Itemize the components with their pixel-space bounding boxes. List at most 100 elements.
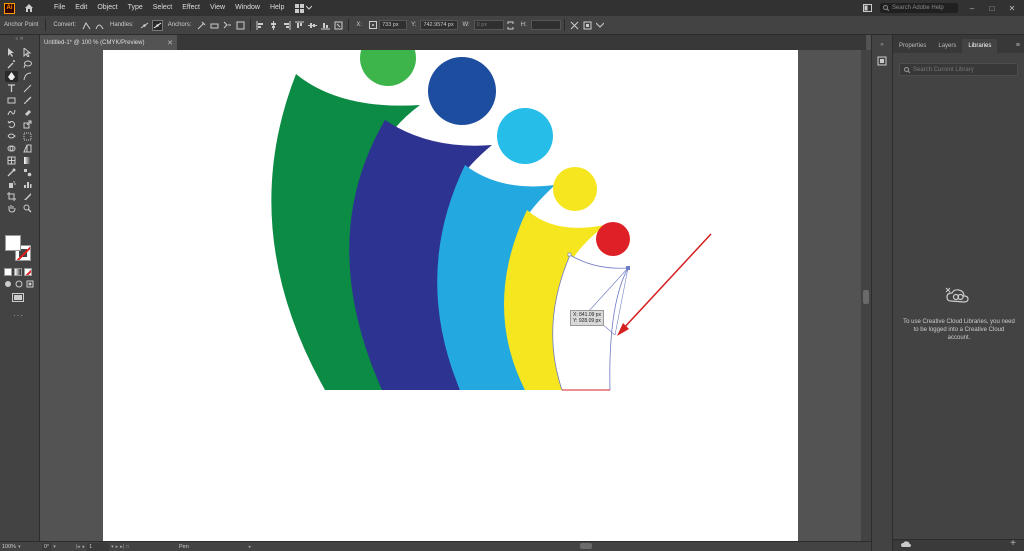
zoom-field[interactable]: 100% ▾	[0, 541, 40, 551]
light-blue-circle-shape[interactable]	[497, 108, 553, 164]
selection-tool-icon[interactable]	[5, 47, 18, 58]
hand-tool-icon[interactable]	[5, 203, 18, 214]
align-left-icon[interactable]	[255, 20, 266, 31]
last-artboard-icon[interactable]: ▸|	[120, 544, 124, 550]
vertical-scroll-thumb[interactable]	[863, 290, 869, 304]
eyedropper-tool-icon[interactable]	[5, 167, 18, 178]
mesh-tool-icon[interactable]	[5, 155, 18, 166]
anchor-point[interactable]	[567, 252, 572, 257]
next-artboard-icon[interactable]: ▸	[116, 544, 119, 550]
paintbrush-tool-icon[interactable]	[21, 95, 34, 106]
menu-effect[interactable]: Effect	[177, 0, 205, 16]
slice-tool-icon[interactable]	[21, 191, 34, 202]
vertical-scrollbar[interactable]	[861, 50, 871, 541]
lasso-tool-icon[interactable]	[21, 59, 34, 70]
reference-point-icon[interactable]	[367, 20, 378, 31]
artboard-number-field[interactable]: 1	[87, 542, 110, 551]
canvas-pasteboard[interactable]: X: 841.09 px Y: 928.09 px	[40, 50, 861, 541]
horizontal-scroll-thumb[interactable]	[580, 543, 592, 549]
minimize-button[interactable]: –	[966, 4, 978, 13]
menu-type[interactable]: Type	[123, 0, 148, 16]
arrange-documents-icon[interactable]	[863, 4, 872, 12]
red-circle-shape[interactable]	[596, 222, 630, 256]
menu-help[interactable]: Help	[265, 0, 289, 16]
remove-anchor-icon[interactable]	[196, 20, 207, 31]
type-tool-icon[interactable]	[5, 83, 18, 94]
align-center-icon[interactable]	[268, 20, 279, 31]
close-tab-icon[interactable]: ✕	[167, 39, 173, 47]
blue-circle-shape[interactable]	[428, 57, 496, 125]
collapse-panels-icon[interactable]: »	[876, 39, 888, 51]
tab-properties[interactable]: Properties	[893, 39, 932, 53]
isolate-icon[interactable]	[235, 20, 246, 31]
align-middle-icon[interactable]	[307, 20, 318, 31]
workspace-switcher[interactable]	[295, 3, 313, 13]
artboard-options-icon[interactable]: □	[126, 544, 129, 550]
menu-edit[interactable]: Edit	[70, 0, 92, 16]
symbol-sprayer-tool-icon[interactable]	[5, 179, 18, 190]
home-icon[interactable]	[23, 2, 35, 14]
first-artboard-icon[interactable]: |◂	[76, 544, 80, 550]
draw-normal-icon[interactable]	[4, 280, 12, 288]
menu-view[interactable]: View	[205, 0, 230, 16]
rotate-tool-icon[interactable]	[5, 119, 18, 130]
gradient-tool-icon[interactable]	[21, 155, 34, 166]
direct-selection-tool-icon[interactable]	[21, 47, 34, 58]
magic-wand-tool-icon[interactable]	[5, 59, 18, 70]
blend-tool-icon[interactable]	[21, 167, 34, 178]
convert-smooth-icon[interactable]	[94, 20, 105, 31]
cut-path-icon[interactable]	[222, 20, 233, 31]
gradient-mode-button[interactable]	[14, 268, 22, 276]
tab-layers[interactable]: Layers	[932, 39, 962, 53]
tools-panel-grip[interactable]: « ✕	[0, 35, 39, 43]
add-library-icon[interactable]: +	[1010, 538, 1016, 549]
shape-builder-tool-icon[interactable]	[5, 143, 18, 154]
menu-select[interactable]: Select	[148, 0, 177, 16]
convert-corner-icon[interactable]	[81, 20, 92, 31]
help-search-input[interactable]: Search Adobe Help	[880, 3, 958, 13]
transform-icon[interactable]	[569, 20, 580, 31]
hide-handles-icon[interactable]	[151, 19, 163, 31]
shaper-tool-icon[interactable]	[5, 107, 18, 118]
connect-anchor-icon[interactable]	[209, 20, 220, 31]
panel-menu-icon[interactable]	[595, 20, 606, 31]
artboard-tool-icon[interactable]	[5, 191, 18, 202]
align-options-icon[interactable]	[333, 20, 344, 31]
align-bottom-icon[interactable]	[320, 20, 331, 31]
zoom-tool-icon[interactable]	[21, 203, 34, 214]
fill-swatch[interactable]	[5, 235, 21, 251]
cloud-sync-icon[interactable]	[901, 541, 911, 550]
menu-object[interactable]: Object	[92, 0, 122, 16]
anchor-point[interactable]	[626, 266, 630, 270]
menu-window[interactable]: Window	[230, 0, 265, 16]
maximize-button[interactable]: □	[986, 4, 998, 13]
none-mode-button[interactable]	[24, 268, 32, 276]
prev-artboard-icon[interactable]: ◂	[82, 544, 85, 550]
warp-tool-icon[interactable]	[5, 131, 18, 142]
edit-toolbar-icon[interactable]: ···	[13, 311, 24, 320]
eraser-tool-icon[interactable]	[21, 107, 34, 118]
panel-group-icon[interactable]	[876, 55, 888, 67]
link-proportions-icon[interactable]	[505, 20, 516, 31]
line-segment-tool-icon[interactable]	[21, 83, 34, 94]
document-tab[interactable]: Untitled-1* @ 100 % (CMYK/Preview) ✕	[40, 35, 177, 50]
free-transform-tool-icon[interactable]	[21, 131, 34, 142]
scale-tool-icon[interactable]	[21, 119, 34, 130]
green-circle-shape[interactable]	[360, 50, 416, 86]
perspective-grid-tool-icon[interactable]	[21, 143, 34, 154]
width-input[interactable]: 0 px	[473, 20, 504, 30]
y-position-input[interactable]: 742.9574 px	[420, 20, 459, 30]
panel-menu-icon[interactable]: ≡	[1016, 39, 1024, 53]
x-position-input[interactable]: 733 px	[379, 20, 408, 30]
tab-libraries[interactable]: Libraries	[962, 39, 998, 53]
screen-mode-icon[interactable]	[12, 293, 24, 304]
show-handles-icon[interactable]	[139, 20, 150, 31]
column-graph-tool-icon[interactable]	[21, 179, 34, 190]
rotation-field[interactable]: 0°	[42, 542, 52, 551]
yellow-circle-shape[interactable]	[553, 167, 597, 211]
curvature-tool-icon[interactable]	[21, 71, 34, 82]
draw-behind-icon[interactable]	[15, 280, 23, 288]
align-top-icon[interactable]	[294, 20, 305, 31]
color-mode-button[interactable]	[4, 268, 12, 276]
height-input[interactable]	[530, 20, 561, 30]
